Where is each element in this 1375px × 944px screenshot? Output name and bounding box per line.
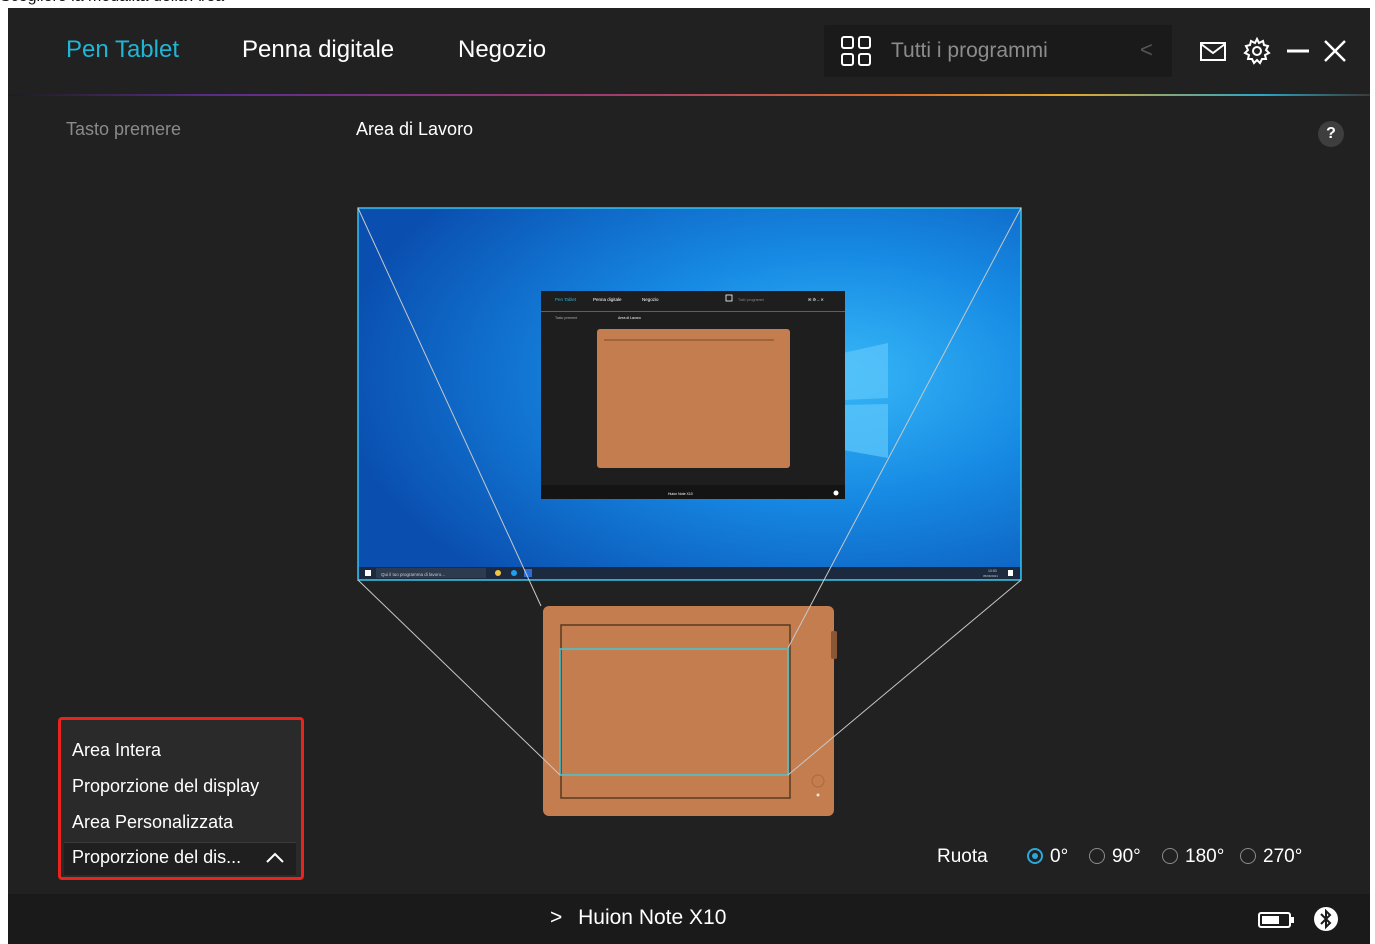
mapping-mode-current: Proporzione del dis... <box>72 847 242 867</box>
image-caption: Scegliere la modalità della Area <box>0 0 224 8</box>
mapping-mode-dropdown[interactable]: Area Intera Proporzione del display Area… <box>58 717 304 880</box>
taskbar-time: 10:53 <box>988 569 997 573</box>
bottom-bar: > Huion Note X10 <box>8 894 1370 944</box>
taskbar-search: Qui il tuo programma di lavoro... <box>381 572 445 577</box>
radio-checked-icon <box>1027 848 1043 864</box>
option-area-intera[interactable]: Area Intera <box>72 736 161 764</box>
option-area-personalizzata[interactable]: Area Personalizzata <box>72 808 233 836</box>
radio-unchecked-icon <box>1089 848 1105 864</box>
svg-text:✉ ⚙ – ✕: ✉ ⚙ – ✕ <box>808 297 824 302</box>
windows-taskbar: Qui il tuo programma di lavoro... 10:53 … <box>359 567 1020 579</box>
mini-program-label: Tutti i programmi <box>738 298 764 302</box>
mini-section-left: Tasto premere <box>555 316 577 320</box>
mini-tab-negozio: Negozio <box>642 297 659 302</box>
radio-unchecked-icon <box>1162 848 1178 864</box>
mini-tab-pen-tablet: Pen Tablet <box>555 297 577 302</box>
mini-app-window: Pen Tablet Penna digitale Negozio Tutti … <box>541 291 845 499</box>
mini-tablet <box>597 329 790 468</box>
mapping-mode-select[interactable]: Proporzione del dis... <box>64 842 296 875</box>
mini-tab-penna-digitale: Penna digitale <box>593 297 622 302</box>
mini-device-name: Huion Note X10 <box>668 492 693 496</box>
mini-section-center: Area di Lavoro <box>618 316 641 320</box>
bluetooth-icon[interactable] <box>1313 906 1339 932</box>
option-proporzione-display[interactable]: Proporzione del display <box>72 772 259 800</box>
huion-tablet-app: Pen Tablet Penna digitale Negozio Tutti … <box>8 8 1370 944</box>
tablet-illustration <box>543 606 837 816</box>
chevron-up-icon[interactable] <box>264 849 286 867</box>
device-selector[interactable]: > Huion Note X10 <box>550 906 726 930</box>
device-name: Huion Note X10 <box>578 906 727 929</box>
battery-icon <box>1258 912 1294 928</box>
chevron-right-icon: > <box>550 906 563 929</box>
radio-unchecked-icon <box>1240 848 1256 864</box>
rotation-label: Ruota <box>937 846 988 867</box>
taskbar-date: 05/06/2021 <box>983 574 998 578</box>
